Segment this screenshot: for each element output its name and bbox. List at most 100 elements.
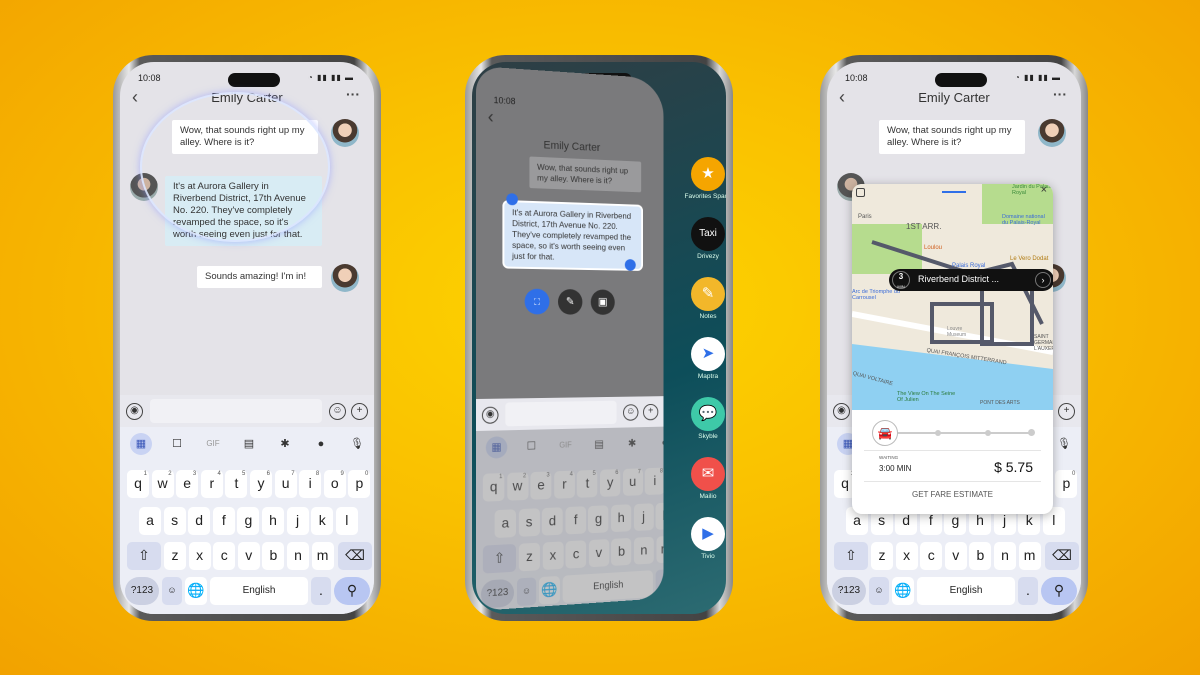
more-menu-button[interactable]: ··· xyxy=(1053,86,1067,102)
sticker-icon[interactable]: ☐ xyxy=(521,435,542,457)
key-b[interactable]: b xyxy=(262,542,285,570)
key-y[interactable]: y6 xyxy=(250,470,272,498)
key-i[interactable]: i8 xyxy=(644,467,664,496)
get-fare-estimate-button[interactable]: GET FARE ESTIMATE xyxy=(852,490,1053,499)
attach-button[interactable]: + xyxy=(642,403,659,421)
emoji-comma-key[interactable]: ☺ xyxy=(869,577,889,605)
save-button[interactable]: ▣ xyxy=(590,289,615,315)
key-f[interactable]: f xyxy=(565,506,586,535)
globe-key[interactable]: 🌐 xyxy=(185,577,207,605)
key-k[interactable]: k xyxy=(311,507,334,535)
key-m[interactable]: m xyxy=(656,535,664,564)
key-s[interactable]: s xyxy=(518,508,540,537)
key-g[interactable]: g xyxy=(588,505,609,534)
edit-note-button[interactable]: ✎ xyxy=(557,289,583,315)
space-key[interactable]: English xyxy=(562,570,653,604)
key-d[interactable]: d xyxy=(188,507,211,535)
emoji-button[interactable]: ☺ xyxy=(622,404,639,421)
key-c[interactable]: c xyxy=(213,542,236,570)
app-icon-tivio[interactable]: ▶ xyxy=(691,517,725,551)
key-v[interactable]: v xyxy=(588,539,610,568)
key-q[interactable]: q1 xyxy=(127,470,149,498)
app-icon-skyble[interactable]: 💬 xyxy=(691,397,725,431)
close-icon[interactable]: × xyxy=(1041,184,1047,196)
clipboard-icon[interactable]: ▤ xyxy=(238,433,260,455)
emoji-button[interactable]: ☺ xyxy=(329,403,346,420)
app-icon-maptra[interactable]: ➤ xyxy=(691,337,725,371)
palette-icon[interactable]: ● xyxy=(310,433,332,455)
voice-input-button[interactable]: ◉ xyxy=(833,403,850,420)
key-e[interactable]: e3 xyxy=(530,471,552,500)
key-s[interactable]: s xyxy=(163,507,186,535)
shift-key[interactable]: ⇧ xyxy=(127,542,161,570)
app-icon-mailio[interactable]: ✉ xyxy=(691,457,725,491)
space-key[interactable]: English xyxy=(917,577,1015,605)
key-u[interactable]: u7 xyxy=(274,470,297,498)
gif-button[interactable]: GIF xyxy=(202,433,224,455)
app-icon-favorites-space[interactable]: ★ xyxy=(691,157,725,191)
key-w[interactable]: w2 xyxy=(506,472,529,501)
key-x[interactable]: x xyxy=(542,541,564,571)
key-w[interactable]: w2 xyxy=(151,470,174,498)
map-view[interactable]: 1ST ARR. Paris Loulou Palais Royal Le Ve… xyxy=(852,184,1053,410)
key-z[interactable]: z xyxy=(518,542,540,572)
period-key[interactable]: . xyxy=(311,577,331,605)
key-h[interactable]: h xyxy=(611,504,632,533)
app-icon-notes[interactable]: ✎ xyxy=(691,277,725,311)
sticker-icon[interactable]: ☐ xyxy=(166,433,188,455)
expand-window-icon[interactable] xyxy=(856,188,865,197)
key-v[interactable]: v xyxy=(237,542,260,570)
attach-button[interactable]: + xyxy=(1058,403,1075,420)
mic-icon[interactable]: 🎙 xyxy=(1053,433,1075,455)
shift-key[interactable]: ⇧ xyxy=(482,543,516,574)
app-icon-drivezy[interactable]: Taxi xyxy=(691,217,725,251)
globe-key[interactable]: 🌐 xyxy=(892,577,914,605)
key-t[interactable]: t5 xyxy=(577,469,598,498)
key-r[interactable]: r4 xyxy=(200,470,223,498)
text-scan-button[interactable]: ⛶ xyxy=(524,288,550,315)
key-n[interactable]: n xyxy=(287,542,309,570)
key-j[interactable]: j xyxy=(633,503,654,532)
mic-icon[interactable]: 🎙 xyxy=(346,433,368,455)
key-p[interactable]: p0 xyxy=(348,470,371,498)
search-key[interactable]: ⚲ xyxy=(334,577,370,605)
key-d[interactable]: d xyxy=(542,507,563,536)
key-c[interactable]: c xyxy=(565,540,587,569)
key-n[interactable]: n xyxy=(994,542,1016,570)
key-l[interactable]: l xyxy=(335,507,358,535)
emoji-comma-key[interactable]: ☺ xyxy=(162,577,182,605)
destination-pill[interactable]: 3 MIN Riverbend District ... › xyxy=(889,269,1053,291)
gear-icon[interactable]: ✱ xyxy=(274,433,296,455)
key-e[interactable]: e3 xyxy=(176,470,199,498)
symbols-key[interactable]: ?123 xyxy=(125,577,159,605)
key-x[interactable]: x xyxy=(188,542,211,570)
key-m[interactable]: m xyxy=(311,542,334,570)
key-j[interactable]: j xyxy=(286,507,309,535)
key-g[interactable]: g xyxy=(237,507,260,535)
space-key[interactable]: English xyxy=(210,577,308,605)
key-y[interactable]: y6 xyxy=(600,469,621,497)
gear-icon[interactable]: ✱ xyxy=(622,433,642,455)
clipboard-icon[interactable]: ▤ xyxy=(589,434,609,456)
voice-input-button[interactable]: ◉ xyxy=(126,403,143,420)
apps-icon[interactable]: ▦ xyxy=(485,436,508,459)
selection-handle-start[interactable] xyxy=(506,193,518,206)
gif-button[interactable]: GIF xyxy=(555,435,576,457)
back-button[interactable]: ‹ xyxy=(488,107,494,128)
symbols-key[interactable]: ?123 xyxy=(832,577,866,605)
emoji-comma-key[interactable]: ☺ xyxy=(516,577,537,607)
key-f[interactable]: f xyxy=(212,507,235,535)
key-v[interactable]: v xyxy=(944,542,967,570)
shift-key[interactable]: ⇧ xyxy=(834,542,868,570)
key-u[interactable]: u7 xyxy=(622,468,643,496)
key-a[interactable]: a xyxy=(494,509,516,539)
attach-button[interactable]: + xyxy=(351,403,368,420)
key-r[interactable]: r4 xyxy=(554,470,575,499)
key-p[interactable]: p0 xyxy=(1055,470,1078,498)
key-m[interactable]: m xyxy=(1018,542,1041,570)
period-key[interactable]: . xyxy=(1018,577,1038,605)
key-b[interactable]: b xyxy=(969,542,992,570)
message-input[interactable] xyxy=(505,400,617,427)
palette-icon[interactable]: ● xyxy=(655,432,664,453)
minimized-chat-window[interactable]: 10:08 ‹ Emily Carter Wow, that sounds ri… xyxy=(476,66,664,611)
